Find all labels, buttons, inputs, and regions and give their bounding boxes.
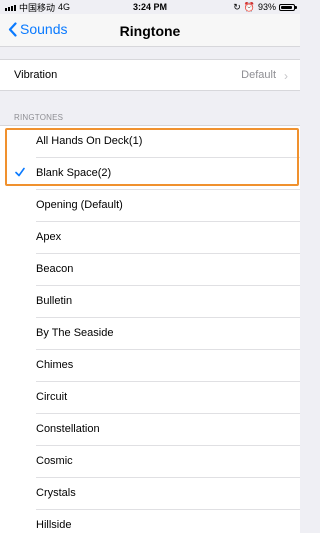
ringtone-item[interactable]: Apex [0, 222, 300, 254]
ringtone-name: Chimes [36, 359, 74, 371]
ringtone-name: Bulletin [36, 295, 73, 307]
battery-percent: 93% [257, 2, 276, 12]
ringtone-item[interactable]: All Hands On Deck(1) [0, 126, 300, 158]
battery-icon [279, 3, 297, 11]
ringtone-name: Hillside [36, 519, 72, 531]
ringtone-name: Constellation [36, 423, 100, 435]
vibration-row[interactable]: Vibration Default › [0, 59, 300, 91]
checkmark-icon [15, 167, 25, 177]
ringtone-item[interactable]: Chimes [0, 350, 300, 382]
ringtone-name: All Hands On Deck(1) [36, 135, 143, 147]
status-bar: 中国移动 4G 3:24 PM ↻ ⏰ 93% [0, 0, 300, 14]
ringtone-item[interactable]: Bulletin [0, 286, 300, 318]
navigation-bar: Sounds Ringtone [0, 14, 300, 47]
vibration-label: Vibration [14, 69, 58, 81]
ringtone-name: Cosmic [36, 455, 73, 467]
status-right: ↻ ⏰ 93% [233, 1, 297, 13]
ringtone-item[interactable]: Constellation [0, 414, 300, 446]
ringtone-name: Beacon [36, 263, 74, 275]
alarm-icon: ⏰ [243, 1, 255, 12]
ringtone-list: All Hands On Deck(1) Blank Space(2) Openin… [0, 125, 300, 533]
ringtone-item[interactable]: Cosmic [0, 446, 300, 478]
section-header-ringtones: RINGTONES [14, 113, 64, 122]
ringtone-name: By The Seaside [36, 327, 114, 339]
ringtone-item[interactable]: Beacon [0, 254, 300, 286]
ringtone-item[interactable]: Circuit [0, 382, 300, 414]
ringtone-name: Opening (Default) [36, 199, 123, 211]
vibration-value: Default [241, 69, 276, 81]
chevron-right-icon: › [284, 69, 288, 83]
ringtone-item[interactable]: Crystals [0, 478, 300, 510]
ringtone-item[interactable]: Hillside [0, 510, 300, 533]
ringtone-item[interactable]: Opening (Default) [0, 190, 300, 222]
ringtone-name: Apex [36, 231, 62, 243]
page-title: Ringtone [119, 23, 181, 39]
location-icon: ↻ [233, 1, 241, 12]
ringtone-item[interactable]: By The Seaside [0, 318, 300, 350]
ringtone-name: Crystals [36, 487, 76, 499]
ringtone-item[interactable]: Blank Space(2) [0, 158, 300, 190]
ringtone-name: Blank Space(2) [36, 167, 112, 179]
ringtone-name: Circuit [36, 391, 68, 403]
